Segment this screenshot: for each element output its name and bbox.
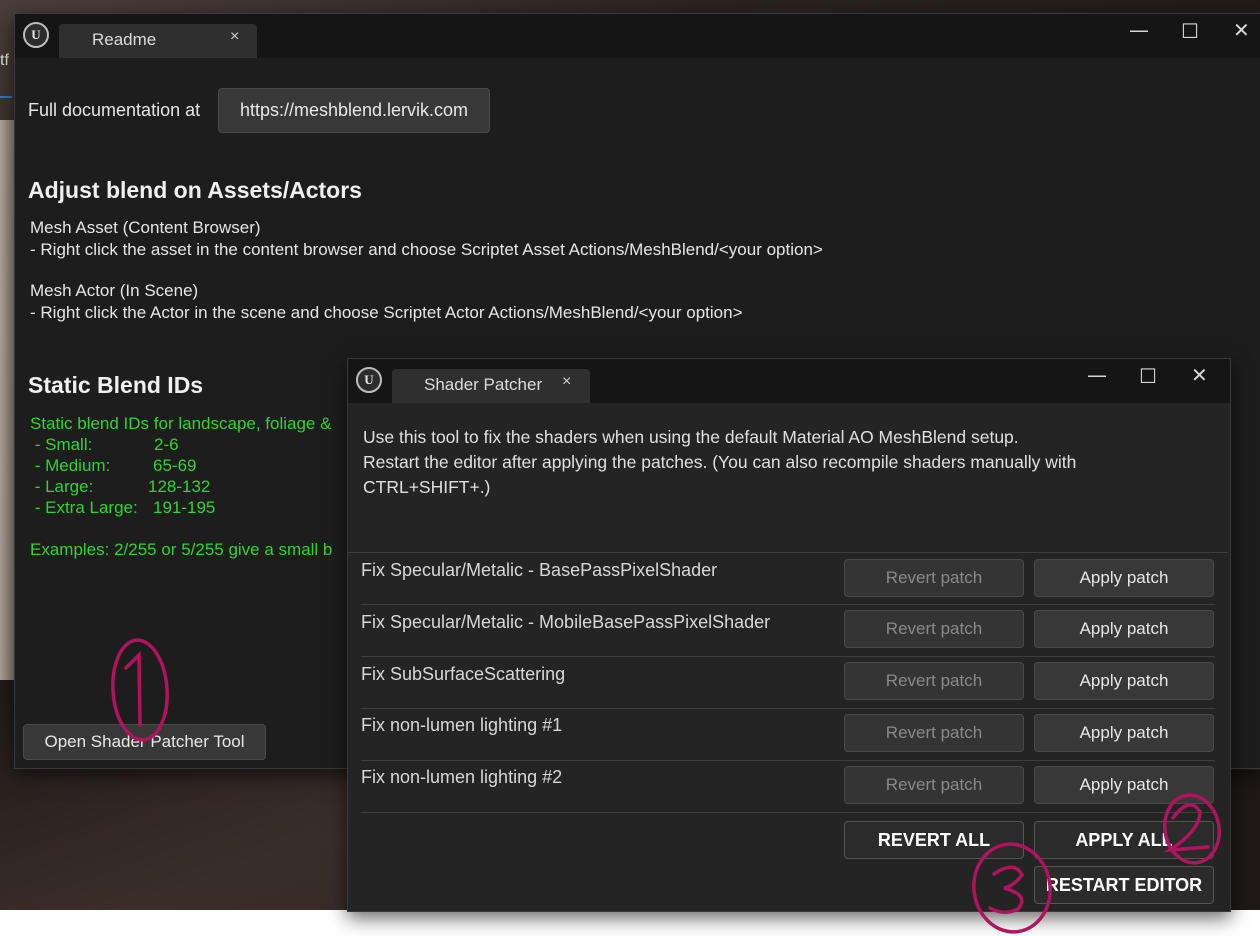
revert-patch-button[interactable]: Revert patch [844,714,1024,752]
description-line: Restart the editor after applying the pa… [363,452,1077,472]
static-id-name: - Medium: [30,456,111,475]
patch-label: Fix non-lumen lighting #2 [361,767,563,787]
apply-patch-button[interactable]: Apply patch [1034,766,1214,804]
background-tab-indicator [0,96,12,98]
patch-label: Fix SubSurfaceScattering [361,664,566,684]
apply-patch-button[interactable]: Apply patch [1034,714,1214,752]
divider [361,656,1215,657]
static-id-range: 2-6 [154,435,179,454]
patch-label: Fix Specular/Metalic - BasePassPixelShad… [361,560,718,580]
minimize-icon[interactable]: — [1087,365,1107,385]
section-heading-static-blend: Static Blend IDs [28,372,204,398]
divider [361,604,1215,605]
revert-patch-button[interactable]: Revert patch [844,610,1024,648]
close-icon[interactable]: ✕ [1191,365,1208,385]
maximize-icon[interactable]: ☐ [1181,21,1199,41]
unreal-logo-icon: U [23,22,49,48]
examples-text: Examples: 2/255 or 5/255 give a small b [30,540,333,559]
patch-label: Fix Specular/Metalic - MobileBasePassPix… [361,612,771,632]
readme-titlebar[interactable]: U Readme × — ☐ ✕ [15,14,1260,58]
close-icon[interactable]: ✕ [1233,20,1250,40]
apply-all-button[interactable]: APPLY ALL [1034,821,1214,859]
shader-patcher-titlebar[interactable]: U Shader Patcher × — ☐ ✕ [348,359,1230,403]
unreal-logo-icon: U [356,367,382,393]
tab-readme[interactable]: Readme × [59,24,257,58]
tab-shader-patcher-label: Shader Patcher [424,375,543,394]
maximize-icon[interactable]: ☐ [1139,366,1157,386]
static-ids-intro: Static blend IDs for landscape, foliage … [30,414,332,433]
restart-editor-button[interactable]: RESTART EDITOR [1034,866,1214,904]
minimize-icon[interactable]: — [1129,20,1149,40]
static-id-range: 65-69 [153,456,197,475]
revert-patch-button[interactable]: Revert patch [844,559,1024,597]
tab-close-icon[interactable]: × [230,28,239,46]
mesh-actor-description: - Right click the Actor in the scene and… [30,303,743,322]
divider [361,708,1215,709]
static-id-range: 191-195 [153,498,216,517]
description-line: CTRL+SHIFT+.) [363,477,491,497]
static-id-name: - Large: [30,477,94,496]
divider [361,760,1215,761]
divider [348,552,1228,553]
mesh-actor-title: Mesh Actor (In Scene) [30,281,199,300]
apply-patch-button[interactable]: Apply patch [1034,610,1214,648]
mesh-asset-description: - Right click the asset in the content b… [30,240,823,259]
apply-patch-button[interactable]: Apply patch [1034,559,1214,597]
patch-label: Fix non-lumen lighting #1 [361,715,563,735]
tab-readme-label: Readme [92,30,157,49]
tab-close-icon[interactable]: × [562,373,571,391]
tab-shader-patcher[interactable]: Shader Patcher × [392,369,590,403]
scene-shadow [1230,770,1260,910]
static-id-name: - Small: [30,435,93,454]
apply-patch-button[interactable]: Apply patch [1034,662,1214,700]
mesh-asset-title: Mesh Asset (Content Browser) [30,218,261,237]
documentation-link-button[interactable]: https://meshblend.lervik.com [218,88,490,133]
open-shader-patcher-button[interactable]: Open Shader Patcher Tool [23,724,266,760]
revert-patch-button[interactable]: Revert patch [844,766,1024,804]
description-line: Use this tool to fix the shaders when us… [363,427,1019,447]
doc-label: Full documentation at [28,100,201,120]
static-id-range: 128-132 [148,477,211,496]
shader-patcher-window: U Shader Patcher × — ☐ ✕ Use this tool t… [347,358,1231,912]
divider [361,812,1215,813]
static-id-name: - Extra Large: [30,498,138,517]
revert-all-button[interactable]: REVERT ALL [844,821,1024,859]
background-partial-text: tf [0,52,9,69]
revert-patch-button[interactable]: Revert patch [844,662,1024,700]
section-heading-adjust-blend: Adjust blend on Assets/Actors [28,177,362,203]
